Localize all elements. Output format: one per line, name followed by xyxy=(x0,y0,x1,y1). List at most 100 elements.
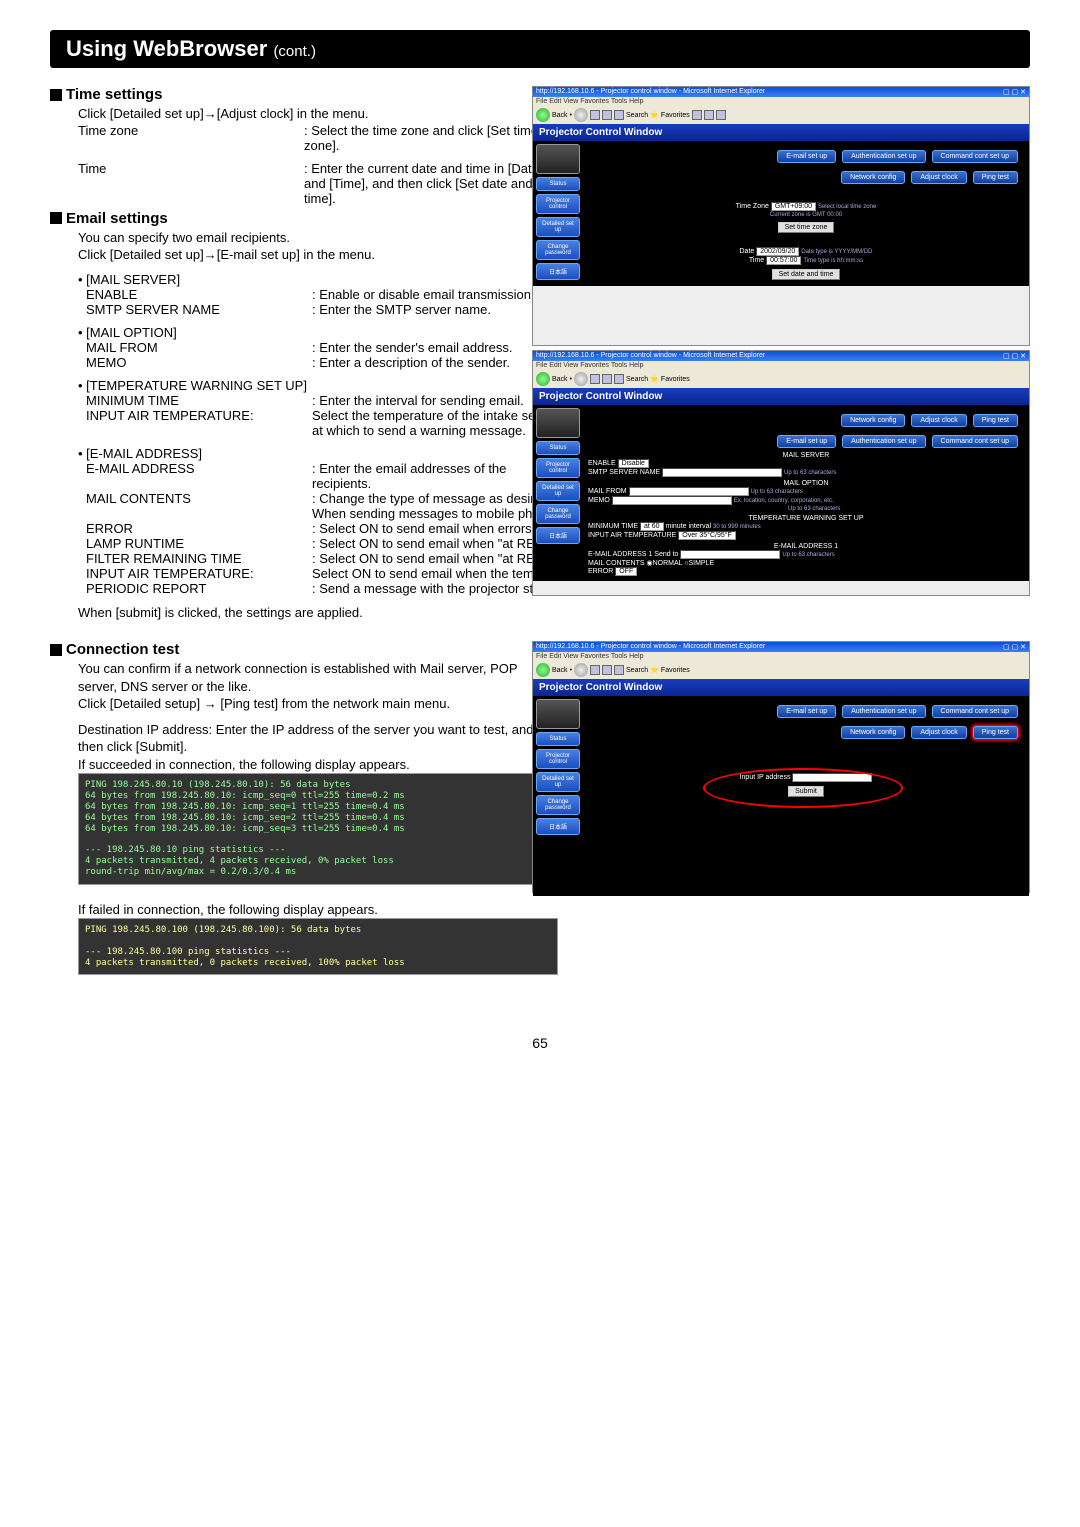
mintime-row-label: MINIMUM TIME xyxy=(86,393,312,408)
time-hint: Time type is hh:mm:ss xyxy=(803,258,863,264)
sidebar-item-detailed-setup[interactable]: Detailed set up xyxy=(536,772,580,792)
email-address-hint: Up to 63 characters xyxy=(782,552,834,558)
sidebar: Status Projector control Detailed set up… xyxy=(533,405,583,581)
back-label: Back xyxy=(552,112,568,119)
set-datetime-button[interactable]: Set date and time xyxy=(772,269,841,280)
square-bullet-icon xyxy=(50,644,62,656)
mailfrom-label: MAIL FROM xyxy=(588,488,627,495)
tool-icon xyxy=(602,374,612,384)
sendto-label: Send to xyxy=(654,551,678,558)
nav-email-setup[interactable]: E-mail set up xyxy=(777,150,836,163)
timezone-hint2: Current zone is GMT 00:00 xyxy=(770,212,842,218)
ie-title: http://192.168.10.6 - Projector control … xyxy=(536,352,765,360)
sidebar-item-status[interactable]: Status xyxy=(536,732,580,746)
normal-radio[interactable]: NORMAL xyxy=(653,560,683,567)
iat-select[interactable]: Over 35°C/95°F xyxy=(678,531,736,540)
square-bullet-icon xyxy=(50,89,62,101)
conn-l3: Destination IP address: Enter the IP add… xyxy=(78,721,558,756)
conn-l4: If succeeded in connection, the followin… xyxy=(78,756,558,774)
time-settings-heading: Time settings xyxy=(66,86,162,103)
sidebar-item-change-password[interactable]: Change password xyxy=(536,504,580,524)
tool-icon xyxy=(602,665,612,675)
sidebar-item-status[interactable]: Status xyxy=(536,441,580,455)
conn-l2: Click [Detailed setup] → [Ping test] fro… xyxy=(78,695,558,713)
tool-icon xyxy=(590,374,600,384)
nav-ping-test[interactable]: Ping test xyxy=(973,414,1018,427)
page-title: Using WebBrowser (cont.) xyxy=(50,30,1030,68)
sidebar-item-japanese[interactable]: 日本語 xyxy=(536,527,580,544)
window-buttons-icon: ▢ ▢ ✕ xyxy=(1003,643,1026,651)
page-number: 65 xyxy=(50,1035,1030,1051)
enable-select[interactable]: Disable xyxy=(618,459,649,468)
memo-row-label: MEMO xyxy=(86,355,312,370)
fav-label: Favorites xyxy=(661,667,690,674)
main-panel: E-mail set up Authentication set up Comm… xyxy=(583,141,1029,286)
mailfrom-row-label: MAIL FROM xyxy=(86,340,312,355)
sidebar-item-japanese[interactable]: 日本語 xyxy=(536,263,580,280)
temp-warning-header: TEMPERATURE WARNING SET UP xyxy=(588,515,1024,522)
conn-l5: If failed in connection, the following d… xyxy=(78,901,558,919)
nav-network-config[interactable]: Network config xyxy=(841,414,905,427)
nav-network-config[interactable]: Network config xyxy=(841,726,905,739)
back-icon xyxy=(536,372,550,386)
sidebar-item-change-password[interactable]: Change password xyxy=(536,240,580,260)
smtp-hint: Up to 63 characters xyxy=(784,470,836,476)
nav-auth-setup[interactable]: Authentication set up xyxy=(842,435,925,448)
ie-menubar: File Edit View Favorites Tools Help xyxy=(533,361,1029,370)
sidebar-item-japanese[interactable]: 日本語 xyxy=(536,818,580,835)
simple-radio[interactable]: SIMPLE xyxy=(688,560,714,567)
screenshot-ping-test: http://192.168.10.6 - Projector control … xyxy=(532,641,1030,893)
nav-cmd-setup[interactable]: Command cont set up xyxy=(932,705,1018,718)
sidebar-logo-icon xyxy=(536,408,580,438)
error-select[interactable]: OFF xyxy=(615,567,637,576)
sidebar-item-change-password[interactable]: Change password xyxy=(536,795,580,815)
sidebar-item-projector-control[interactable]: Projector control xyxy=(536,458,580,478)
nav-network-config[interactable]: Network config xyxy=(841,171,905,184)
sidebar-item-projector-control[interactable]: Projector control xyxy=(536,194,580,214)
nav-auth-setup[interactable]: Authentication set up xyxy=(842,150,925,163)
main-panel: Network config Adjust clock Ping test E-… xyxy=(583,405,1029,581)
set-timezone-button[interactable]: Set time zone xyxy=(778,222,835,233)
projector-control-window-header: Projector Control Window xyxy=(533,124,1029,141)
refresh-icon xyxy=(602,110,612,120)
memo-input[interactable] xyxy=(612,496,732,505)
time-input[interactable]: 00:57:00 xyxy=(766,256,801,265)
email-address-row-label: E-MAIL ADDRESS xyxy=(86,461,312,491)
nav-auth-setup[interactable]: Authentication set up xyxy=(842,705,925,718)
nav-adjust-clock[interactable]: Adjust clock xyxy=(911,414,966,427)
timezone-row-label: Time zone xyxy=(78,123,304,153)
sidebar-item-detailed-setup[interactable]: Detailed set up xyxy=(536,481,580,501)
sidebar-item-projector-control[interactable]: Projector control xyxy=(536,749,580,769)
window-buttons-icon: ▢ ▢ ✕ xyxy=(1003,88,1026,96)
mailfrom-input[interactable] xyxy=(629,487,749,496)
nav-cmd-setup[interactable]: Command cont set up xyxy=(932,150,1018,163)
email-line2: Click [Detailed set up]→[E-mail set up] … xyxy=(78,246,558,264)
back-icon xyxy=(536,108,550,122)
nav-cmd-setup[interactable]: Command cont set up xyxy=(932,435,1018,448)
sidebar-item-detailed-setup[interactable]: Detailed set up xyxy=(536,217,580,237)
time-label: Time xyxy=(749,257,764,264)
nav-ping-test[interactable]: Ping test xyxy=(973,171,1018,184)
timezone-select[interactable]: GMT+09:00 xyxy=(771,202,816,211)
ping-success-output: PING 198.245.80.10 (198.245.80.10): 56 d… xyxy=(78,773,558,884)
nav-ping-test[interactable]: Ping test xyxy=(973,726,1018,739)
nav-email-setup[interactable]: E-mail set up xyxy=(777,705,836,718)
connection-test-heading: Connection test xyxy=(66,641,179,658)
iat-label: INPUT AIR TEMPERATURE xyxy=(588,532,676,539)
nav-email-setup[interactable]: E-mail set up xyxy=(777,435,836,448)
mintime-input[interactable]: at 60 xyxy=(640,522,664,531)
back-label: Back xyxy=(552,667,568,674)
memo-hint2: Up to 63 characters xyxy=(788,506,840,512)
projector-control-window-header: Projector Control Window xyxy=(533,679,1029,696)
date-input[interactable]: 2002/09/20 xyxy=(756,247,799,256)
email-address-input[interactable] xyxy=(680,550,780,559)
nav-adjust-clock[interactable]: Adjust clock xyxy=(911,726,966,739)
memo-label: MEMO xyxy=(588,497,610,504)
smtp-row-label: SMTP SERVER NAME xyxy=(86,302,312,317)
fwd-icon xyxy=(574,663,588,677)
nav-adjust-clock[interactable]: Adjust clock xyxy=(911,171,966,184)
inair-row-desc: Select the temperature of the intake sen… xyxy=(312,408,566,438)
timezone-label: Time Zone xyxy=(736,203,769,210)
sidebar-item-status[interactable]: Status xyxy=(536,177,580,191)
smtp-input[interactable] xyxy=(662,468,782,477)
